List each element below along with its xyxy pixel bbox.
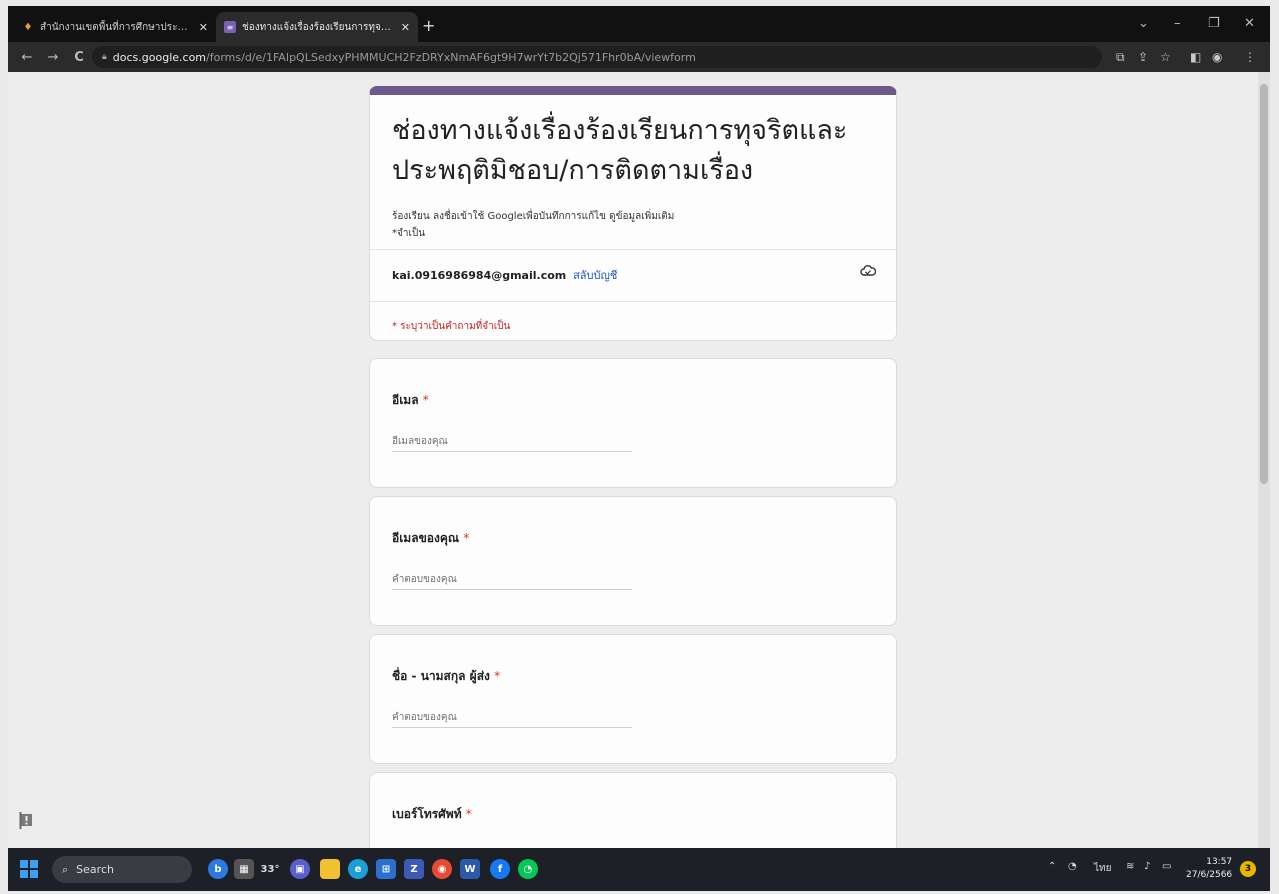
url-host: docs.google.com (112, 50, 207, 64)
line-icon[interactable]: ◔ (518, 859, 538, 879)
bookmark-star-icon[interactable]: ☆ (1160, 50, 1171, 64)
close-tab-icon[interactable]: ✕ (401, 21, 410, 34)
page-scrollbar[interactable] (1258, 72, 1270, 848)
question-label: ชื่อ - นามสกุล ผู้ส่ง * (392, 669, 501, 683)
question-card-sender-name: ชื่อ - นามสกุล ผู้ส่ง * (369, 634, 897, 764)
sender-name-input[interactable] (392, 708, 632, 728)
facebook-icon[interactable]: f (490, 859, 510, 879)
share-icon[interactable]: ⇪ (1138, 50, 1148, 64)
battery-icon[interactable]: ▭ (1162, 861, 1171, 872)
profile-avatar-icon[interactable]: ◉ (1212, 50, 1222, 64)
weather-icon[interactable]: 33° (260, 859, 280, 879)
tab-obec[interactable]: ♦ สำนักงานเขตพื้นที่การศึกษาประถมศึก ✕ (14, 12, 216, 42)
tab-label: ช่องทางแจ้งเรื่องร้องเรียนการทุจริตและ (242, 21, 395, 33)
browser-window: ♦ สำนักงานเขตพื้นที่การศึกษาประถมศึก ✕ ≡… (8, 6, 1270, 891)
word-icon[interactable]: W (460, 859, 480, 879)
side-panel-icon[interactable]: ◧ (1190, 50, 1201, 64)
signin-link[interactable]: ลงชื่อเข้าใช้ Google (433, 211, 523, 222)
menu-kebab-icon[interactable]: ⋮ (1244, 50, 1256, 64)
divider (370, 301, 896, 302)
form-title: ช่องทางแจ้งเรื่องร้องเรียนการทุจริตและปร… (392, 115, 848, 186)
scrollbar-thumb[interactable] (1260, 84, 1268, 484)
lock-icon: 🔒︎ (102, 52, 107, 62)
minimize-icon[interactable]: – (1174, 16, 1181, 31)
email-input[interactable] (392, 432, 632, 452)
your-email-input[interactable] (392, 570, 632, 590)
account-row: kai.0916986984@gmail.com สลับบัญชี (392, 266, 617, 284)
account-email: kai.0916986984@gmail.com (392, 269, 567, 282)
question-label: เบอร์โทรศัพท์ * (392, 807, 472, 821)
switch-account-link[interactable]: สลับบัญชี (573, 269, 617, 282)
new-tab-button[interactable]: + (422, 16, 435, 35)
url-path: /forms/d/e/1FAIpQLSedxyPHMMUCH2FzDRYxNmA… (206, 50, 696, 64)
close-window-icon[interactable]: ✕ (1244, 16, 1255, 31)
reload-icon[interactable]: C (72, 50, 86, 65)
form-description: ร้องเรียน ลงชื่อเข้าใช้ Googleเพื่อบันทึ… (392, 209, 674, 224)
description-prefix: ร้องเรียน (392, 211, 430, 222)
translate-icon[interactable]: ⧉ (1116, 50, 1125, 65)
tab-label: สำนักงานเขตพื้นที่การศึกษาประถมศึก (40, 21, 193, 33)
windows-taskbar: ⌕ Search b ▦ 33° ▣ e ⊞ Z ◉ W f ◔ ⌃ ◔ ไทย… (8, 848, 1270, 891)
weather-temp: 33° (260, 863, 280, 875)
required-note: *จำเป็น (392, 228, 426, 239)
store-icon[interactable]: ⊞ (376, 859, 396, 879)
forms-favicon-icon: ≡ (224, 21, 236, 33)
cloud-saved-icon (860, 265, 876, 276)
windows-start-icon[interactable] (20, 860, 38, 878)
forward-icon[interactable]: → (46, 50, 60, 65)
form-header-card: ช่องทางแจ้งเรื่องร้องเรียนการทุจริตและปร… (369, 86, 897, 341)
tab-form[interactable]: ≡ ช่องทางแจ้งเรื่องร้องเรียนการทุจริตและ… (216, 12, 418, 42)
page-content: ช่องทางแจ้งเรื่องร้องเรียนการทุจริตและปร… (8, 72, 1270, 848)
question-card-your-email: อีเมลของคุณ * (369, 496, 897, 626)
clock-time: 13:57 (1206, 857, 1233, 867)
question-card-email: อีเมล * (369, 358, 897, 488)
file-explorer-icon[interactable] (320, 859, 340, 879)
tray-chevron-icon[interactable]: ⌃ (1048, 861, 1056, 872)
maximize-icon[interactable]: ❐ (1208, 16, 1220, 31)
back-icon[interactable]: ← (20, 50, 34, 65)
question-label: อีเมล * (392, 393, 429, 407)
divider (370, 249, 896, 250)
required-legend: * ระบุว่าเป็นคำถามที่จำเป็น (392, 321, 511, 332)
address-bar[interactable]: 🔒︎ docs.google.com /forms/d/e/1FAIpQLSed… (92, 46, 1102, 68)
question-card-phone: เบอร์โทรศัพท์ * (369, 772, 897, 848)
teams-chat-icon[interactable]: ▣ (290, 859, 310, 879)
taskbar-search[interactable]: ⌕ Search (52, 856, 192, 883)
volume-icon[interactable]: ♪ (1144, 861, 1150, 872)
flame-favicon-icon: ♦ (23, 21, 33, 33)
app-z-icon[interactable]: Z (404, 859, 424, 879)
bing-icon[interactable]: b (208, 859, 228, 879)
widgets-icon[interactable]: ▦ (234, 859, 254, 879)
language-indicator[interactable]: ไทย (1094, 861, 1111, 876)
tab-search-icon[interactable]: ⌄ (1138, 16, 1149, 31)
notification-badge[interactable]: 3 (1240, 861, 1256, 877)
tab-strip: ♦ สำนักงานเขตพื้นที่การศึกษาประถมศึก ✕ ≡… (8, 6, 1270, 42)
close-tab-icon[interactable]: ✕ (199, 21, 208, 34)
description-suffix: เพื่อบันทึกการแก้ไข ดูข้อมูลเพิ่มเติม (522, 211, 675, 222)
search-icon: ⌕ (62, 862, 69, 876)
tray-app-icon[interactable]: ◔ (1068, 861, 1077, 872)
browser-toolbar: ← → C 🔒︎ docs.google.com /forms/d/e/1FAI… (8, 42, 1270, 72)
edge-icon[interactable]: e (348, 859, 368, 879)
wifi-icon[interactable]: ≋ (1126, 861, 1134, 872)
clock-date: 27/6/2566 (1186, 870, 1233, 880)
chrome-icon[interactable]: ◉ (432, 859, 452, 879)
search-label: Search (76, 863, 114, 876)
system-clock[interactable]: 13:57 27/6/2566 (1186, 856, 1232, 882)
report-problem-icon[interactable] (18, 810, 34, 830)
question-label: อีเมลของคุณ * (392, 531, 470, 545)
